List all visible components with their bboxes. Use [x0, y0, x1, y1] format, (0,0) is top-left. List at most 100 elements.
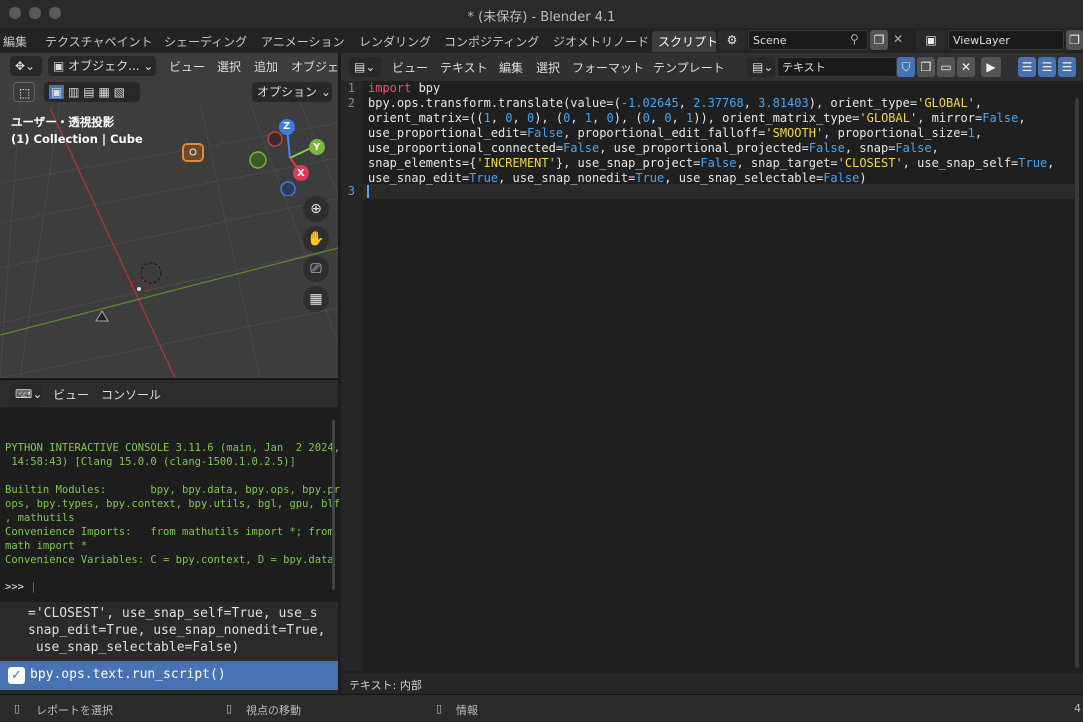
code-line: use_proportional_edit=False, proportiona… — [368, 126, 983, 140]
console-caret: | — [30, 581, 37, 593]
editor-type-icon[interactable]: ✥⌄ — [10, 56, 42, 76]
collection-info-overlay: (1) Collection | Cube — [11, 132, 143, 146]
console-line: ops, bpy.types, bpy.context, bpy.utils, … — [5, 498, 341, 510]
text-editor-header: ▤⌄ ビュー テキスト 編集 選択 フォーマット テンプレート ▤⌄ テキスト … — [341, 53, 1083, 81]
text-menu-view[interactable]: ビュー — [392, 59, 428, 76]
scene-selector-icon[interactable]: ⚙ — [718, 30, 746, 50]
open-text-icon[interactable]: ▭ — [937, 57, 955, 77]
camera-object — [95, 310, 109, 322]
mouse-right-icon: ▯ — [436, 702, 443, 715]
tab-animation[interactable]: アニメーション — [261, 33, 345, 50]
prompt-text: >>> — [5, 581, 31, 593]
console-line: 14:58:43) [Clang 15.0.0 (clang-1500.1.0.… — [5, 456, 296, 468]
line-number-current: 3 — [347, 184, 355, 198]
text-menu-format[interactable]: フォーマット — [572, 59, 644, 76]
code-line: orient_matrix=((1, 0, 0), (0, 1, 0), (0,… — [368, 111, 1026, 125]
perspective-grid-icon[interactable]: ▦ — [303, 286, 329, 312]
new-text-icon[interactable]: ❐ — [917, 57, 935, 77]
gizmo-x-label: X — [297, 168, 305, 179]
info-editor[interactable]: ='CLOSEST', use_snap_self=True, use_s sn… — [0, 602, 338, 694]
object-mode-dropdown[interactable]: ▣ オブジェク... ⌄ — [48, 56, 156, 76]
tab-geometry-nodes[interactable]: ジオメトリノード — [553, 33, 649, 50]
pan-hand-icon[interactable]: ✋ — [303, 226, 329, 252]
syntax-highlight-toggle-icon[interactable]: ☰ — [1058, 57, 1076, 77]
title-bar: * (未保存) - Blender 4.1 — [0, 0, 1083, 29]
mouse-left-icon: ▯ — [14, 702, 21, 715]
info-report-line: snap_edit=True, use_snap_nonedit=True, — [28, 623, 326, 638]
view-name-overlay: ユーザー・透視投影 — [11, 115, 115, 129]
tab-texture-paint[interactable]: テクスチャペイント — [45, 33, 153, 50]
console-line: math import * — [5, 540, 88, 552]
text-location-label: テキスト: 内部 — [349, 679, 422, 692]
console-header: ⌨⌄ ビュー コンソール — [0, 380, 338, 407]
text-menu-templates[interactable]: テンプレート — [653, 59, 725, 76]
line-number-gutter: 1 2 3 — [341, 81, 363, 671]
workspace-tab-bar: 編集 テクスチャペイント シェーディング アニメーション レンダリング コンポジ… — [0, 28, 1083, 53]
text-browse-icon[interactable]: ▤⌄ — [747, 57, 775, 77]
console-line: , mathutils — [5, 512, 75, 524]
code-line: snap_elements={'INCREMENT'}, use_snap_pr… — [368, 156, 1055, 170]
new-view-layer-icon[interactable]: ❐ — [1066, 30, 1083, 50]
line-number: 2 — [347, 96, 355, 110]
tab-shading[interactable]: シェーディング — [164, 33, 247, 50]
console-editor-type-icon[interactable]: ⌨⌄ — [10, 384, 42, 404]
cube-object — [182, 143, 204, 162]
line-numbers-toggle-icon[interactable]: ☰ — [1018, 57, 1036, 77]
console-scrollbar[interactable] — [332, 420, 335, 590]
delete-scene-icon[interactable]: ✕ — [893, 32, 903, 46]
console-prompt[interactable]: >>> | — [5, 581, 37, 593]
run-script-report: bpy.ops.text.run_script() — [30, 667, 226, 682]
camera-view-icon[interactable]: ⎚ — [303, 256, 329, 282]
options-label: オプション — [257, 85, 318, 99]
text-menu-text[interactable]: テキスト — [440, 59, 488, 76]
select-new-icon[interactable]: ▣ — [49, 85, 65, 99]
text-editor-scrollbar[interactable] — [1075, 98, 1079, 668]
viewport-menu-object[interactable]: オブジェ — [291, 58, 338, 75]
text-caret — [367, 185, 369, 198]
zoom-icon[interactable]: ⊕ — [303, 196, 329, 222]
status-bar: ▯ レポートを選択 ▯ 視点の移動 ▯ 情報 4 — [0, 694, 1083, 722]
text-menu-select[interactable]: 選択 — [536, 59, 560, 76]
tab-compositing[interactable]: コンポジティング — [444, 33, 539, 50]
selection-mode-buttons[interactable]: ▣ ▥ ▤ ▦ ▧ — [44, 82, 140, 102]
viewport-menu-view[interactable]: ビュー — [169, 58, 205, 75]
text-menu-edit[interactable]: 編集 — [499, 59, 523, 76]
info-selected-report[interactable]: ✓ bpy.ops.text.run_script() — [0, 661, 338, 690]
console-menu-console[interactable]: コンソール — [101, 386, 161, 403]
fake-user-shield-icon[interactable]: ⛉ — [897, 57, 915, 77]
tab-scripting[interactable]: スクリプト — [652, 31, 716, 52]
select-tool-icon[interactable]: ⬚ — [13, 82, 35, 102]
options-dropdown[interactable]: オプション ⌄ — [252, 82, 332, 102]
text-editor-type-icon[interactable]: ▤⌄ — [349, 57, 381, 77]
viewport-menu-select[interactable]: 選択 — [217, 58, 241, 75]
status-move-view: 視点の移動 — [246, 704, 301, 717]
current-line-highlight — [363, 184, 1075, 199]
y-axis-line — [0, 247, 338, 336]
tab-rendering[interactable]: レンダリング — [359, 33, 431, 50]
mouse-middle-icon: ▯ — [226, 702, 233, 715]
console-menu-view[interactable]: ビュー — [53, 386, 89, 403]
new-scene-icon[interactable]: ❐ — [870, 30, 888, 50]
run-script-icon[interactable]: ▶ — [981, 57, 1001, 77]
tab-edit[interactable]: 編集 — [3, 33, 27, 50]
code-line: use_proportional_connected=False, use_pr… — [368, 141, 939, 155]
3d-viewport[interactable]: ✥⌄ ▣ オブジェク... ⌄ ビュー 選択 追加 オブジェ ⬚ ▣ ▥ ▤ ▦… — [0, 53, 338, 378]
console-line: Convenience Imports: from mathutils impo… — [5, 526, 334, 538]
python-console[interactable]: ⌨⌄ ビュー コンソール PYTHON INTERACTIVE CONSOLE … — [0, 379, 341, 603]
text-datablock-name[interactable]: テキスト — [777, 57, 897, 77]
view-layer-name-field[interactable]: ViewLayer — [948, 30, 1064, 50]
unlink-text-icon[interactable]: ✕ — [957, 57, 975, 77]
checkmark-icon: ✓ — [8, 667, 25, 684]
view-layer-selector-icon[interactable]: ▣ — [916, 30, 946, 50]
pin-icon[interactable]: ⚲ — [850, 32, 859, 46]
code-line: import bpy — [368, 81, 441, 95]
word-wrap-toggle-icon[interactable]: ☰ — [1038, 57, 1056, 77]
text-editor[interactable]: ▤⌄ ビュー テキスト 編集 選択 フォーマット テンプレート ▤⌄ テキスト … — [341, 53, 1083, 694]
text-editor-footer: テキスト: 内部 — [341, 673, 1083, 694]
viewport-menu-add[interactable]: 追加 — [254, 58, 278, 75]
console-line: Convenience Variables: C = bpy.context, … — [5, 554, 334, 566]
line-number: 1 — [347, 81, 355, 95]
console-line: PYTHON INTERACTIVE CONSOLE 3.11.6 (main,… — [5, 442, 341, 454]
gizmo-z-label: Z — [283, 121, 291, 132]
viewport-header: ✥⌄ ▣ オブジェク... ⌄ ビュー 選択 追加 オブジェ ⬚ ▣ ▥ ▤ ▦… — [0, 53, 338, 103]
